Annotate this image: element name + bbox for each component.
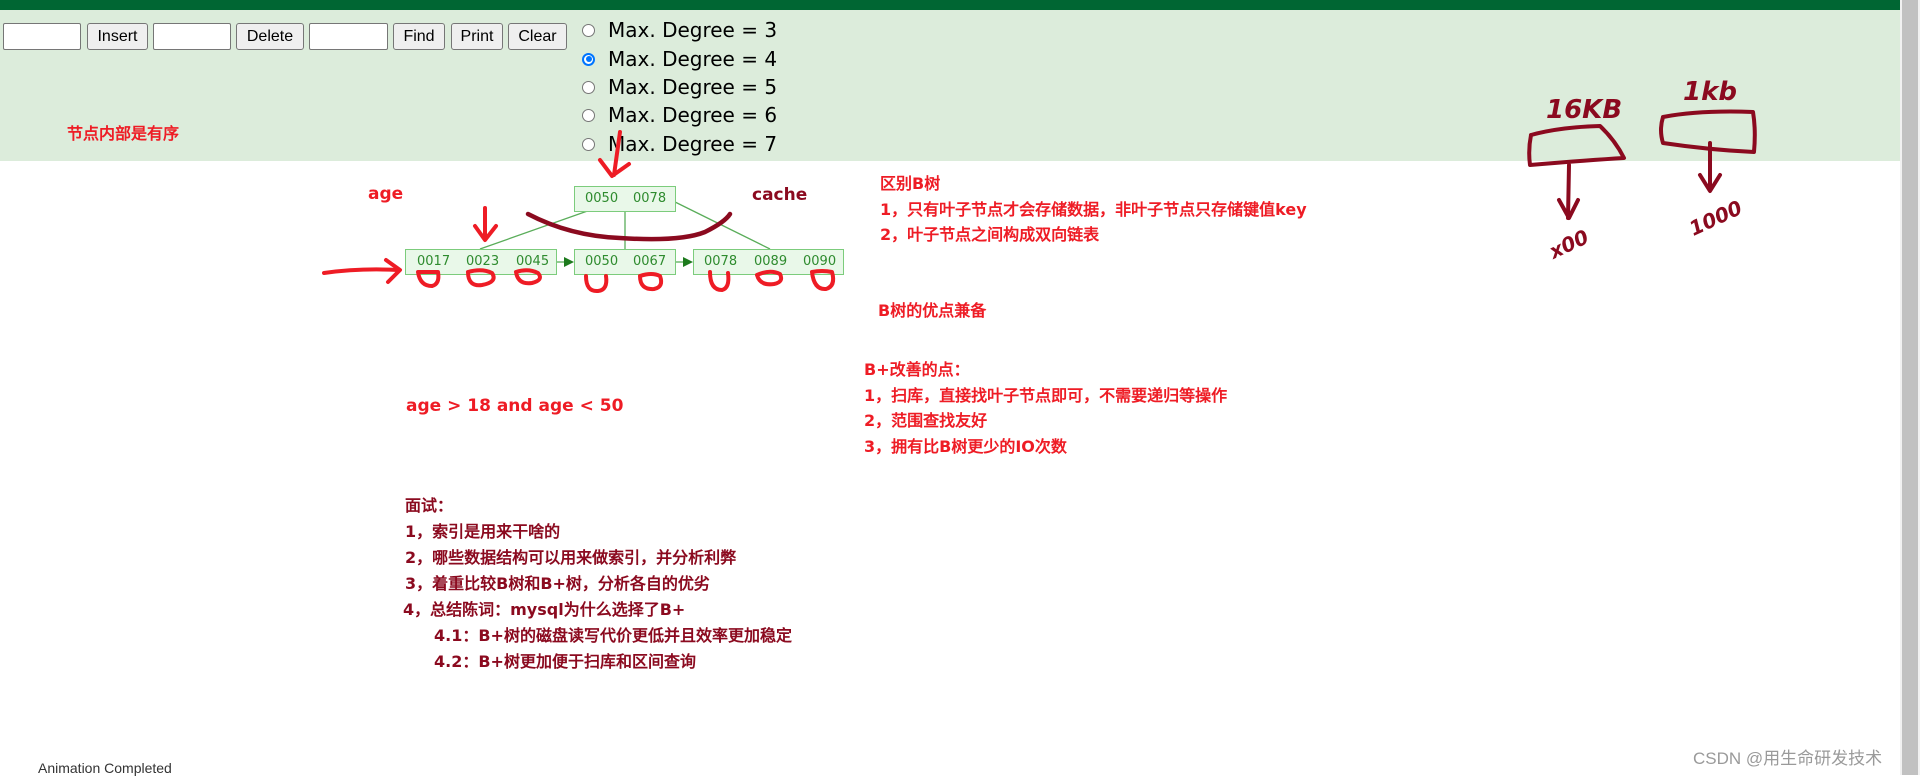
node-key: 0050 — [585, 191, 619, 206]
leaf-link-arrow-icon — [564, 257, 574, 267]
tree-leaf-node: 0078 0089 0090 — [693, 249, 844, 275]
node-key: 0078 — [633, 191, 667, 206]
tree-leaf-node: 0050 0067 — [574, 249, 676, 275]
node-key: 0017 — [417, 254, 451, 269]
node-key: 0023 — [466, 254, 500, 269]
node-key: 0050 — [585, 254, 619, 269]
node-key: 0089 — [754, 254, 788, 269]
status-text: Animation Completed — [38, 760, 172, 776]
node-key: 0090 — [803, 254, 837, 269]
leaf-link-arrow-icon — [683, 257, 693, 267]
tree-edge — [668, 198, 771, 250]
watermark: CSDN @用生命研发技术 — [1693, 749, 1883, 768]
scrollbar-thumb[interactable] — [1902, 0, 1918, 775]
tree-root-node: 0050 0078 — [574, 186, 676, 212]
node-key: 0067 — [633, 254, 667, 269]
tree-leaf-node: 0017 0023 0045 — [405, 249, 557, 275]
node-key: 0045 — [516, 254, 550, 269]
bplus-tree-canvas — [479, 195, 771, 267]
node-key: 0078 — [704, 254, 738, 269]
